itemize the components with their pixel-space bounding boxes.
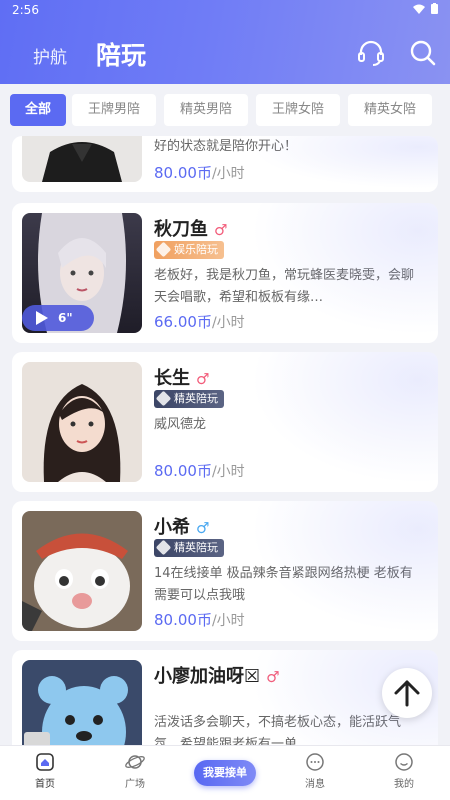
nav-me-label: 我的 xyxy=(394,779,414,790)
card-price: 80.00币/小时 xyxy=(154,609,245,630)
price-value: 66.00币 xyxy=(154,313,212,331)
card-name-text: 小廖加油呀☒ xyxy=(154,666,261,687)
card-name: 秋刀鱼 ♂ xyxy=(154,215,227,241)
scroll-to-top-button[interactable] xyxy=(382,668,432,718)
card-price: 80.00币/小时 xyxy=(154,460,245,481)
tab-companion[interactable]: 陪玩 xyxy=(96,36,146,72)
card-desc: 威风德龙 xyxy=(154,417,207,432)
wifi-icon xyxy=(413,4,425,14)
gender-male-icon: ♂ xyxy=(196,370,210,388)
status-bar: 2:56 xyxy=(0,0,450,20)
price-unit: /小时 xyxy=(211,613,245,629)
filter-all[interactable]: 全部 xyxy=(10,94,66,126)
price-value: 80.00币 xyxy=(154,164,212,182)
price-unit: /小时 xyxy=(211,464,245,480)
companion-card[interactable]: 长生 ♂ 精英陪玩 威风德龙 80.00币/小时 xyxy=(12,352,438,492)
gender-male-icon: ♂ xyxy=(196,519,210,537)
card-price: 80.00币/小时 xyxy=(154,162,245,183)
tab-escort[interactable]: 护航 xyxy=(33,43,67,68)
nav-me[interactable]: 我的 xyxy=(369,752,439,790)
card-name-text: 小希 xyxy=(154,517,190,538)
companion-card[interactable]: 好的状态就是陪你开心！ 80.00币/小时 xyxy=(12,136,438,192)
price-value: 80.00币 xyxy=(154,462,212,480)
nav-square-label: 广场 xyxy=(125,779,145,790)
price-value: 80.00币 xyxy=(154,611,212,629)
price-unit: /小时 xyxy=(211,166,245,182)
companion-card[interactable]: 6" 秋刀鱼 ♂ 娱乐陪玩 老板好，我是秋刀鱼，常玩蜂医麦晓雯，会聊天会唱歌，希望… xyxy=(12,203,438,343)
badge-entertainment: 娱乐陪玩 xyxy=(154,241,224,259)
avatar xyxy=(22,362,142,482)
filter-ace-female[interactable]: 王牌女陪 xyxy=(256,94,340,126)
card-price: 66.00币/小时 xyxy=(154,311,245,332)
avatar xyxy=(22,511,142,631)
price-unit: /小时 xyxy=(211,315,245,331)
gender-male-icon: ♂ xyxy=(266,668,280,686)
message-icon xyxy=(306,753,324,771)
card-desc: 老板好，我是秋刀鱼，常玩蜂医麦晓雯，会聊天会唱歌，希望和板板有缘… xyxy=(154,268,415,305)
video-play-button[interactable]: 6" xyxy=(22,305,94,331)
home-icon xyxy=(36,753,54,771)
headset-icon[interactable] xyxy=(356,38,386,68)
status-time: 2:56 xyxy=(12,3,39,17)
card-name: 小廖加油呀☒ ♂ xyxy=(154,662,280,688)
card-name-text: 秋刀鱼 xyxy=(154,219,208,240)
play-icon xyxy=(36,311,48,325)
card-desc: 14在线接单 极品辣条音紧跟网络热梗 老板有需要可以点我哦 xyxy=(154,566,413,603)
smile-icon xyxy=(395,753,413,771)
filter-elite-male[interactable]: 精英男陪 xyxy=(164,94,248,126)
nav-square[interactable]: 广场 xyxy=(100,752,170,790)
nav-home-label: 首页 xyxy=(35,779,55,790)
filter-ace-male[interactable]: 王牌男陪 xyxy=(72,94,156,126)
gender-male-icon: ♂ xyxy=(214,221,228,239)
card-desc: 好的状态就是陪你开心！ xyxy=(154,139,298,154)
nav-messages-label: 消息 xyxy=(305,779,325,790)
planet-icon xyxy=(125,755,145,769)
badge-elite: 精英陪玩 xyxy=(154,539,224,557)
bottom-nav: 首页 广场 我要接单 消息 我的 xyxy=(0,745,450,800)
card-name: 小希 ♂ xyxy=(154,513,209,539)
filter-elite-female[interactable]: 精英女陪 xyxy=(348,94,432,126)
card-name: 长生 ♂ xyxy=(154,364,209,390)
status-icons xyxy=(413,3,438,14)
arrow-up-icon xyxy=(394,680,420,707)
search-icon[interactable] xyxy=(408,38,438,68)
video-duration: 6" xyxy=(58,311,73,325)
battery-icon xyxy=(431,3,438,14)
card-name-text: 长生 xyxy=(154,368,190,389)
badge-elite: 精英陪玩 xyxy=(154,390,224,408)
filter-bar: 全部 王牌男陪 精英男陪 王牌女陪 精英女陪 xyxy=(0,84,450,136)
take-order-button[interactable]: 我要接单 xyxy=(194,760,256,786)
nav-home[interactable]: 首页 xyxy=(10,752,80,790)
nav-messages[interactable]: 消息 xyxy=(280,752,350,790)
companion-card[interactable]: 小希 ♂ 精英陪玩 14在线接单 极品辣条音紧跟网络热梗 老板有需要可以点我哦 8… xyxy=(12,501,438,641)
avatar xyxy=(22,136,142,182)
app-header: 2:56 护航 陪玩 xyxy=(0,0,450,84)
